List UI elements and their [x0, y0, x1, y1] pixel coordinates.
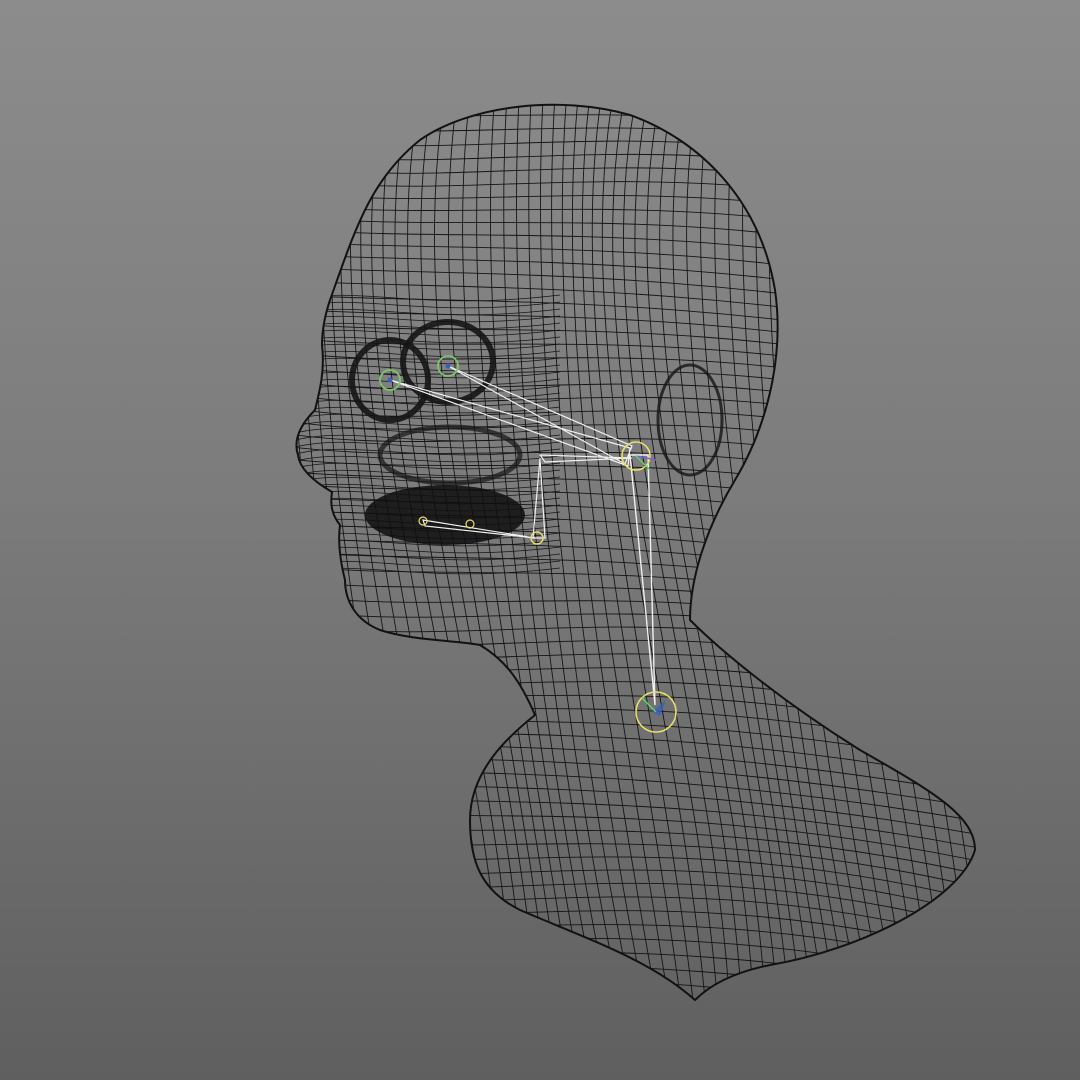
mesh-edge-ring [330, 104, 431, 1000]
mesh-edge-ring [864, 104, 971, 1000]
mesh-edge-ring [952, 104, 975, 1000]
face-mesh-edge [296, 546, 561, 554]
mesh-edge-ring [886, 104, 975, 1000]
mesh-edge-loop [296, 737, 975, 799]
mesh-edge-loop [250, 1022, 1000, 1080]
mesh-edge-loop [296, 994, 975, 1000]
mesh-edge-loop [296, 697, 975, 758]
mesh-edge-loop [296, 494, 975, 556]
mesh-edge-loop [250, 1008, 1000, 1068]
mesh-edge-ring [875, 104, 975, 1000]
mesh-edge-loop [296, 710, 975, 772]
mesh-edge-loop [296, 224, 975, 286]
face-mesh-edge [296, 406, 561, 414]
mesh-edge-ring [833, 104, 935, 1000]
mesh-edge-loop [296, 926, 975, 988]
mesh-edge-ring [898, 104, 975, 1000]
mesh-edge-ring [803, 104, 899, 1000]
mesh-edge-loop [296, 170, 975, 232]
mesh-edge-loop [296, 535, 975, 596]
head-joint[interactable] [621, 441, 657, 471]
mesh-edge-loop [296, 670, 975, 731]
skeleton-rig[interactable] [379, 355, 677, 733]
mesh-edge-ring [853, 104, 959, 1000]
mesh-edge-loop [296, 940, 975, 1000]
mesh-edge-loop [296, 751, 975, 812]
mesh-edge-loop [296, 548, 975, 610]
mesh-edge-loop [296, 778, 975, 839]
mesh-edge-ring [966, 104, 975, 1000]
mesh-edge-loop [296, 980, 975, 1000]
face-mesh-edge [296, 560, 561, 568]
mesh-edge-loop [296, 967, 975, 1000]
mesh-edge-ring [981, 80, 1078, 1010]
mesh-edge-loop [296, 629, 975, 691]
mesh-edge-ring [714, 104, 815, 1000]
face-mesh-edge [296, 294, 561, 302]
mesh-edge-ring [780, 104, 875, 1000]
viewport-scene[interactable] [0, 0, 1080, 1080]
mesh-edge-ring [360, 104, 467, 1000]
mesh-edge-loop [296, 643, 975, 704]
mesh-edge-loop [296, 913, 975, 974]
mesh-edge-loop [296, 764, 975, 826]
head-to-jaw-bone[interactable] [538, 454, 633, 463]
mesh-edge-ring [309, 104, 407, 1000]
mesh-edge-ring [296, 104, 371, 1000]
mesh-edge-loop [296, 211, 975, 272]
mesh-edge-loop [296, 197, 975, 259]
mesh-edge-loop [296, 508, 975, 569]
mesh-edge-ring [728, 104, 827, 1000]
face-mesh-edge [296, 301, 561, 309]
mesh-edge-loop [296, 521, 975, 583]
mesh-edge-loop [296, 899, 975, 961]
mesh-edge-ring [299, 104, 395, 1000]
mesh-edge-ring [296, 104, 383, 1000]
left-eye-joint[interactable] [379, 369, 401, 391]
mesh-edge-loop [296, 953, 975, 1000]
3d-viewport[interactable] [0, 0, 1080, 1080]
mouth-cavity [365, 485, 525, 545]
head-wireframe-mesh[interactable] [250, 80, 1078, 1080]
mesh-edge-loop [296, 656, 975, 718]
mesh-edge-ring [823, 104, 923, 1000]
face-mesh-edge [296, 315, 561, 323]
face-mesh-edge [296, 350, 561, 358]
